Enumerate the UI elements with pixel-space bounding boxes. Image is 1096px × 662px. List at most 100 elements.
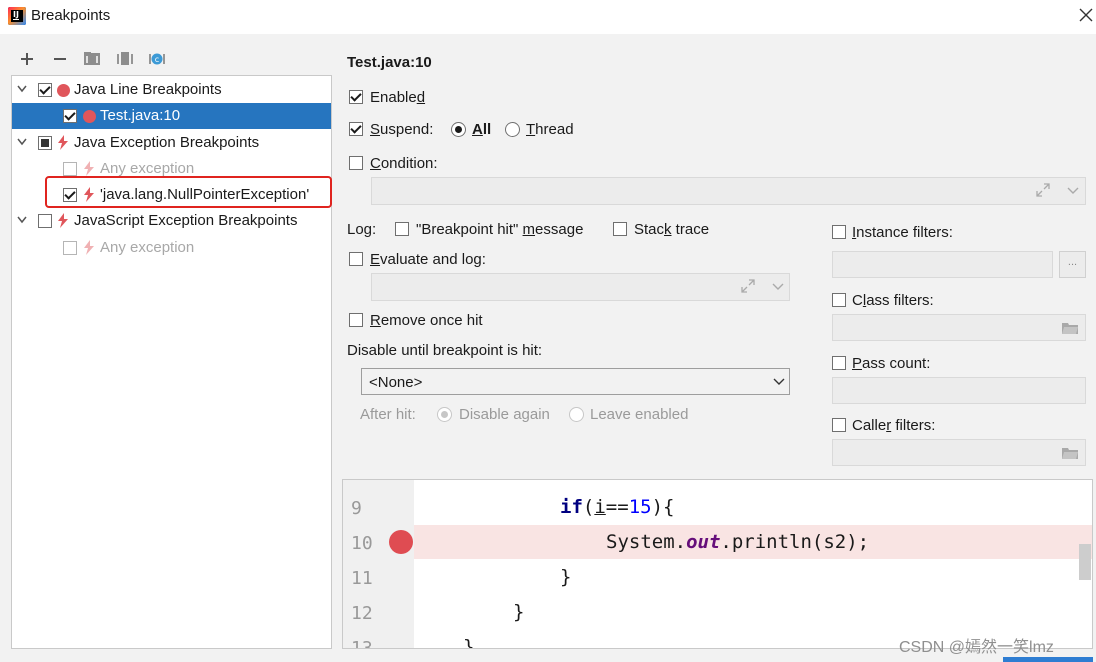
ok-button-edge[interactable]: [1003, 657, 1093, 662]
add-breakpoint-button[interactable]: [17, 49, 37, 69]
stack-trace-label[interactable]: Stack trace: [634, 221, 709, 238]
title-bar: IJ Breakpoints: [0, 0, 1096, 34]
expand-icon[interactable]: [1036, 183, 1050, 197]
caller-filters-label[interactable]: Caller filters:: [852, 417, 935, 434]
chevron-down-icon[interactable]: [17, 138, 27, 146]
class-filters-label[interactable]: Class filters:: [852, 292, 934, 309]
js-any-exception-checkbox[interactable]: [63, 241, 77, 255]
suspend-thread-label[interactable]: Thread: [526, 121, 574, 138]
tree-item-label: Java Exception Breakpoints: [74, 134, 260, 151]
breakpoint-icon: [83, 110, 96, 123]
breakpoint-icon[interactable]: [389, 530, 413, 554]
instance-filters-browse-button[interactable]: ...: [1059, 251, 1086, 278]
disable-until-select[interactable]: <None>: [361, 368, 790, 395]
chevron-down-icon[interactable]: [17, 85, 27, 93]
class-filters-checkbox[interactable]: [832, 293, 846, 307]
lightning-icon: [84, 161, 94, 176]
log-message-checkbox[interactable]: [395, 222, 409, 236]
javascript-exception-breakpoints-checkbox[interactable]: [38, 214, 52, 228]
enabled-label[interactable]: Enabled: [370, 89, 425, 106]
group-by-package-button[interactable]: [82, 49, 102, 69]
remove-breakpoint-button[interactable]: [50, 49, 70, 69]
tree-item-label: Any exception: [100, 160, 195, 177]
caller-filters-checkbox[interactable]: [832, 418, 846, 432]
tree-item-java-exception-breakpoints[interactable]: Java Exception Breakpoints: [12, 130, 331, 156]
code-line: }: [513, 601, 525, 623]
breakpoint-icon: [57, 84, 70, 97]
suspend-all-label[interactable]: All: [472, 121, 491, 138]
log-label: Log:: [347, 221, 377, 238]
plus-icon: [21, 53, 33, 65]
folder-icon[interactable]: [1061, 446, 1079, 460]
line-number: 9: [351, 498, 362, 519]
tree-item-label: Java Line Breakpoints: [74, 81, 222, 98]
disable-again-label: Disable again: [459, 406, 550, 423]
folder-icon[interactable]: [1061, 321, 1079, 335]
evaluate-and-log-input[interactable]: [371, 273, 790, 301]
annotation-highlight-box: [45, 176, 332, 208]
java-exception-breakpoints-checkbox[interactable]: [38, 136, 52, 150]
leave-enabled-radio[interactable]: [569, 407, 584, 422]
leave-enabled-label: Leave enabled: [590, 406, 689, 423]
code-line: }: [560, 566, 572, 588]
minus-icon: [54, 58, 66, 60]
enabled-checkbox[interactable]: [349, 90, 363, 104]
tree-item-label: Test.java:10: [100, 107, 181, 124]
code-preview[interactable]: 9 10 11 12 13 if(i==15){ System.out.prin…: [342, 479, 1093, 649]
stack-trace-checkbox[interactable]: [613, 222, 627, 236]
suspend-label[interactable]: Suspend:: [370, 121, 433, 138]
expand-icon[interactable]: [741, 279, 755, 293]
tree-item-java-line-breakpoints[interactable]: Java Line Breakpoints: [12, 77, 331, 103]
evaluate-and-log-checkbox[interactable]: [349, 252, 363, 266]
suspend-checkbox[interactable]: [349, 122, 363, 136]
close-icon[interactable]: [1079, 8, 1093, 22]
instance-filters-input[interactable]: [832, 251, 1053, 278]
group-by-class-button[interactable]: c: [147, 49, 167, 69]
pass-count-label[interactable]: Pass count:: [852, 355, 930, 372]
line-number: 10: [351, 533, 373, 554]
code-line: if(i==15){: [560, 496, 675, 518]
pass-count-input[interactable]: [832, 377, 1086, 404]
condition-label[interactable]: Condition:: [370, 155, 438, 172]
chevron-down-icon[interactable]: [1067, 187, 1079, 195]
java-line-breakpoints-checkbox[interactable]: [38, 83, 52, 97]
suspend-thread-radio[interactable]: [505, 122, 520, 137]
condition-input[interactable]: [371, 177, 1086, 205]
chevron-down-icon[interactable]: [772, 283, 784, 291]
chevron-down-icon: [773, 378, 785, 385]
folder-group-icon: [84, 52, 100, 65]
after-hit-label: After hit:: [360, 406, 416, 423]
suspend-all-radio[interactable]: [451, 122, 466, 137]
caller-filters-input[interactable]: [832, 439, 1086, 466]
tree-item-test-java[interactable]: Test.java:10: [12, 103, 331, 129]
remove-once-hit-label[interactable]: Remove once hit: [370, 312, 483, 329]
remove-once-hit-checkbox[interactable]: [349, 313, 363, 327]
log-message-label[interactable]: "Breakpoint hit" message: [416, 221, 583, 238]
disable-until-value: <None>: [369, 374, 423, 391]
scrollbar-thumb[interactable]: [1079, 544, 1091, 580]
class-group-icon: c: [149, 53, 165, 65]
intellij-icon: IJ: [8, 7, 26, 25]
instance-filters-checkbox[interactable]: [832, 225, 846, 239]
watermark: CSDN @嫣然一笑lmz: [899, 639, 1054, 656]
window-title: Breakpoints: [31, 7, 111, 24]
evaluate-and-log-label[interactable]: Evaluate and log:: [370, 251, 486, 268]
chevron-down-icon[interactable]: [17, 216, 27, 224]
breakpoints-tree[interactable]: Java Line Breakpoints Test.java:10 Java …: [11, 75, 332, 649]
class-filters-input[interactable]: [832, 314, 1086, 341]
file-group-icon: [117, 52, 133, 65]
lightning-icon: [58, 213, 68, 228]
instance-filters-label[interactable]: Instance filters:: [852, 224, 953, 241]
disable-again-radio[interactable]: [437, 407, 452, 422]
tree-item-js-any-exception[interactable]: Any exception: [12, 235, 331, 261]
tree-item-label: JavaScript Exception Breakpoints: [74, 212, 298, 229]
group-by-file-button[interactable]: [115, 49, 135, 69]
line-number: 12: [351, 603, 373, 624]
tree-item-javascript-exception-breakpoints[interactable]: JavaScript Exception Breakpoints: [12, 208, 331, 234]
pass-count-checkbox[interactable]: [832, 356, 846, 370]
condition-checkbox[interactable]: [349, 156, 363, 170]
java-any-exception-checkbox[interactable]: [63, 162, 77, 176]
test-java-checkbox[interactable]: [63, 109, 77, 123]
tree-item-label: Any exception: [100, 239, 195, 256]
line-number: 11: [351, 568, 373, 589]
